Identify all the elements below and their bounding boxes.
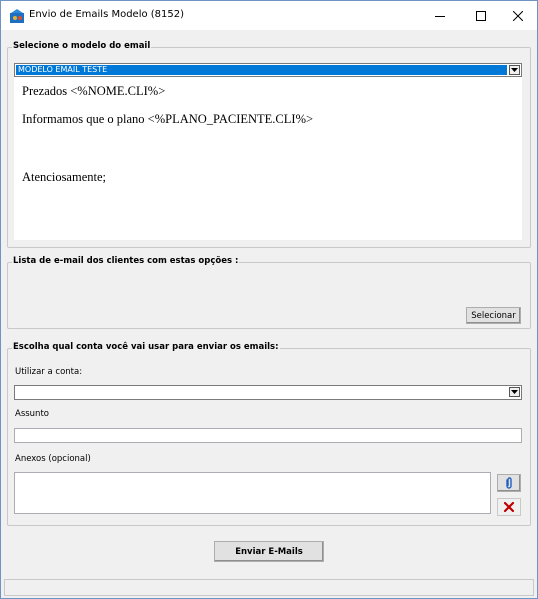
template-group-label: Selecione o modelo do email [12,41,152,51]
maximize-button[interactable] [463,1,499,30]
subject-label: Assunto [15,409,49,419]
select-clients-button[interactable]: Selecionar [466,307,521,324]
account-label: Utilizar a conta: [15,367,83,377]
close-icon [513,10,523,21]
send-emails-button[interactable]: Enviar E-Mails [214,541,324,562]
chevron-down-icon[interactable] [509,387,520,397]
app-logo-icon [10,9,24,23]
email-body-line: Atenciosamente; [22,170,106,184]
paperclip-icon [506,477,512,489]
attachments-label: Anexos (opcional) [15,454,91,464]
template-select[interactable]: MODELO EMAIL TESTE [14,63,522,77]
email-body-editor[interactable]: Prezados <%NOME.CLI%> Informamos que o p… [14,77,522,240]
subject-input[interactable] [14,428,522,443]
chevron-down-icon[interactable] [509,65,520,75]
maximize-icon [476,10,486,21]
template-select-value: MODELO EMAIL TESTE [16,65,507,75]
email-body-line: Informamos que o plano <%PLANO_PACIENTE.… [22,112,314,126]
account-group-label: Escolha qual conta você vai usar para en… [12,342,280,352]
client-list-group: Lista de e-mail dos clientes com estas o… [7,256,531,329]
attachments-list[interactable] [14,472,491,514]
minimize-icon [435,15,445,17]
status-bar [4,579,534,596]
close-button[interactable] [500,1,536,30]
window-title: Envio de Emails Modelo (8152) [29,9,185,20]
remove-x-icon [504,502,514,512]
remove-attachment-button[interactable] [497,498,521,516]
email-body-line: Prezados <%NOME.CLI%> [22,84,166,98]
main-window: Envio de Emails Modelo (8152) Selecione … [0,0,538,599]
attach-file-button[interactable] [497,474,521,492]
title-bar: Envio de Emails Modelo (8152) [1,1,537,30]
account-select[interactable] [14,385,522,400]
minimize-button[interactable] [422,1,458,30]
client-list-group-label: Lista de e-mail dos clientes com estas o… [12,256,240,266]
